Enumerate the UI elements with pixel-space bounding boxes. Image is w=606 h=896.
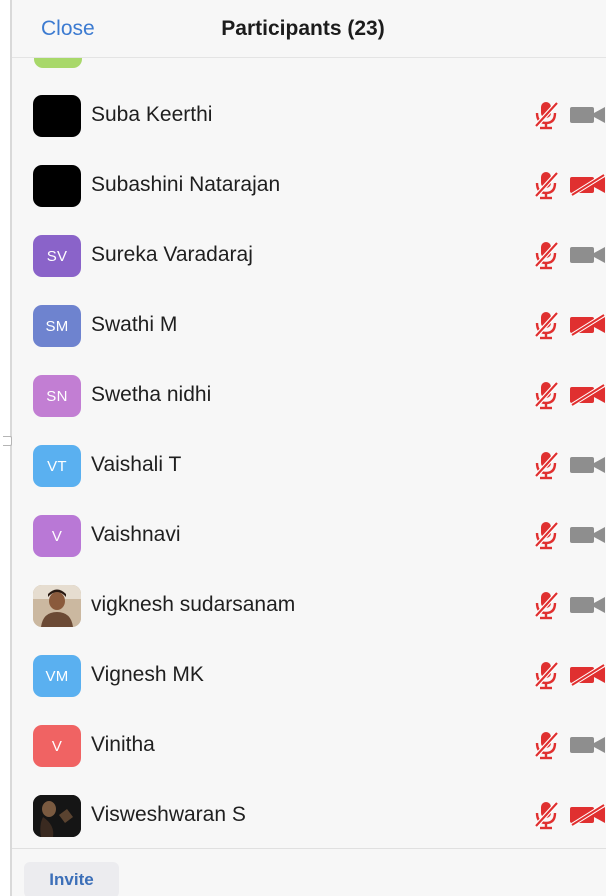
- muted-mic-icon[interactable]: [532, 310, 560, 340]
- participant-row[interactable]: Visweshwaran S: [12, 780, 606, 850]
- participant-name: Subashini Natarajan: [91, 173, 281, 196]
- avatar: [33, 585, 81, 627]
- participant-name: Vaishali T: [91, 453, 182, 476]
- participant-row[interactable]: VT Vaishali T: [12, 430, 606, 500]
- avatar: [33, 795, 81, 837]
- participant-row[interactable]: SM Swathi M: [12, 290, 606, 360]
- participant-name: Vignesh MK: [91, 663, 204, 686]
- page-title: Participants (23): [221, 17, 385, 40]
- avatar: [33, 165, 81, 207]
- participant-row[interactable]: V Vinitha: [12, 710, 606, 780]
- participants-panel: Close Participants (23) Suba Keerthi Suba…: [12, 0, 606, 896]
- video-camera-icon[interactable]: [569, 454, 606, 476]
- avatar: VT: [33, 445, 81, 487]
- resize-handle[interactable]: [3, 436, 12, 446]
- avatar: [33, 95, 81, 137]
- video-off-icon[interactable]: [569, 313, 606, 337]
- video-camera-icon[interactable]: [569, 524, 606, 546]
- header: Close Participants (23): [12, 0, 606, 58]
- participant-name: Swetha nidhi: [91, 383, 212, 406]
- participant-name: Sureka Varadaraj: [91, 243, 253, 266]
- participant-list: Suba Keerthi Subashini Natarajan SV Sureka …: [12, 80, 606, 850]
- muted-mic-icon[interactable]: [532, 520, 560, 550]
- video-off-icon[interactable]: [569, 803, 606, 827]
- video-camera-icon[interactable]: [569, 244, 606, 266]
- video-camera-icon[interactable]: [569, 734, 606, 756]
- avatar: V: [33, 515, 81, 557]
- avatar: SM: [33, 305, 81, 347]
- muted-mic-icon[interactable]: [532, 730, 560, 760]
- avatar: V: [33, 725, 81, 767]
- video-off-icon[interactable]: [569, 173, 606, 197]
- muted-mic-icon[interactable]: [532, 800, 560, 830]
- participant-row[interactable]: Subashini Natarajan: [12, 150, 606, 220]
- participant-name: Swathi M: [91, 313, 178, 336]
- muted-mic-icon[interactable]: [532, 170, 560, 200]
- participant-row[interactable]: vigknesh sudarsanam: [12, 570, 606, 640]
- participant-name: Vinitha: [91, 733, 155, 756]
- participant-name: vigknesh sudarsanam: [91, 593, 296, 616]
- invite-button[interactable]: Invite: [24, 862, 119, 896]
- avatar: SN: [33, 375, 81, 417]
- muted-mic-icon[interactable]: [532, 100, 560, 130]
- video-off-icon[interactable]: [569, 383, 606, 407]
- participant-name: Vaishnavi: [91, 523, 181, 546]
- video-off-icon[interactable]: [569, 663, 606, 687]
- muted-mic-icon[interactable]: [532, 450, 560, 480]
- avatar: VM: [33, 655, 81, 697]
- muted-mic-icon[interactable]: [532, 590, 560, 620]
- participant-row[interactable]: SV Sureka Varadaraj: [12, 220, 606, 290]
- participant-row[interactable]: VM Vignesh MK: [12, 640, 606, 710]
- muted-mic-icon[interactable]: [532, 240, 560, 270]
- footer: Invite: [12, 848, 606, 896]
- muted-mic-icon[interactable]: [532, 660, 560, 690]
- participant-name: Visweshwaran S: [91, 803, 246, 826]
- participant-row[interactable]: V Vaishnavi: [12, 500, 606, 570]
- avatar: SV: [33, 235, 81, 277]
- muted-mic-icon[interactable]: [532, 380, 560, 410]
- participant-row[interactable]: Suba Keerthi: [12, 80, 606, 150]
- participant-name: Suba Keerthi: [91, 103, 213, 126]
- video-camera-icon[interactable]: [569, 594, 606, 616]
- participant-row[interactable]: SN Swetha nidhi: [12, 360, 606, 430]
- video-camera-icon[interactable]: [569, 104, 606, 126]
